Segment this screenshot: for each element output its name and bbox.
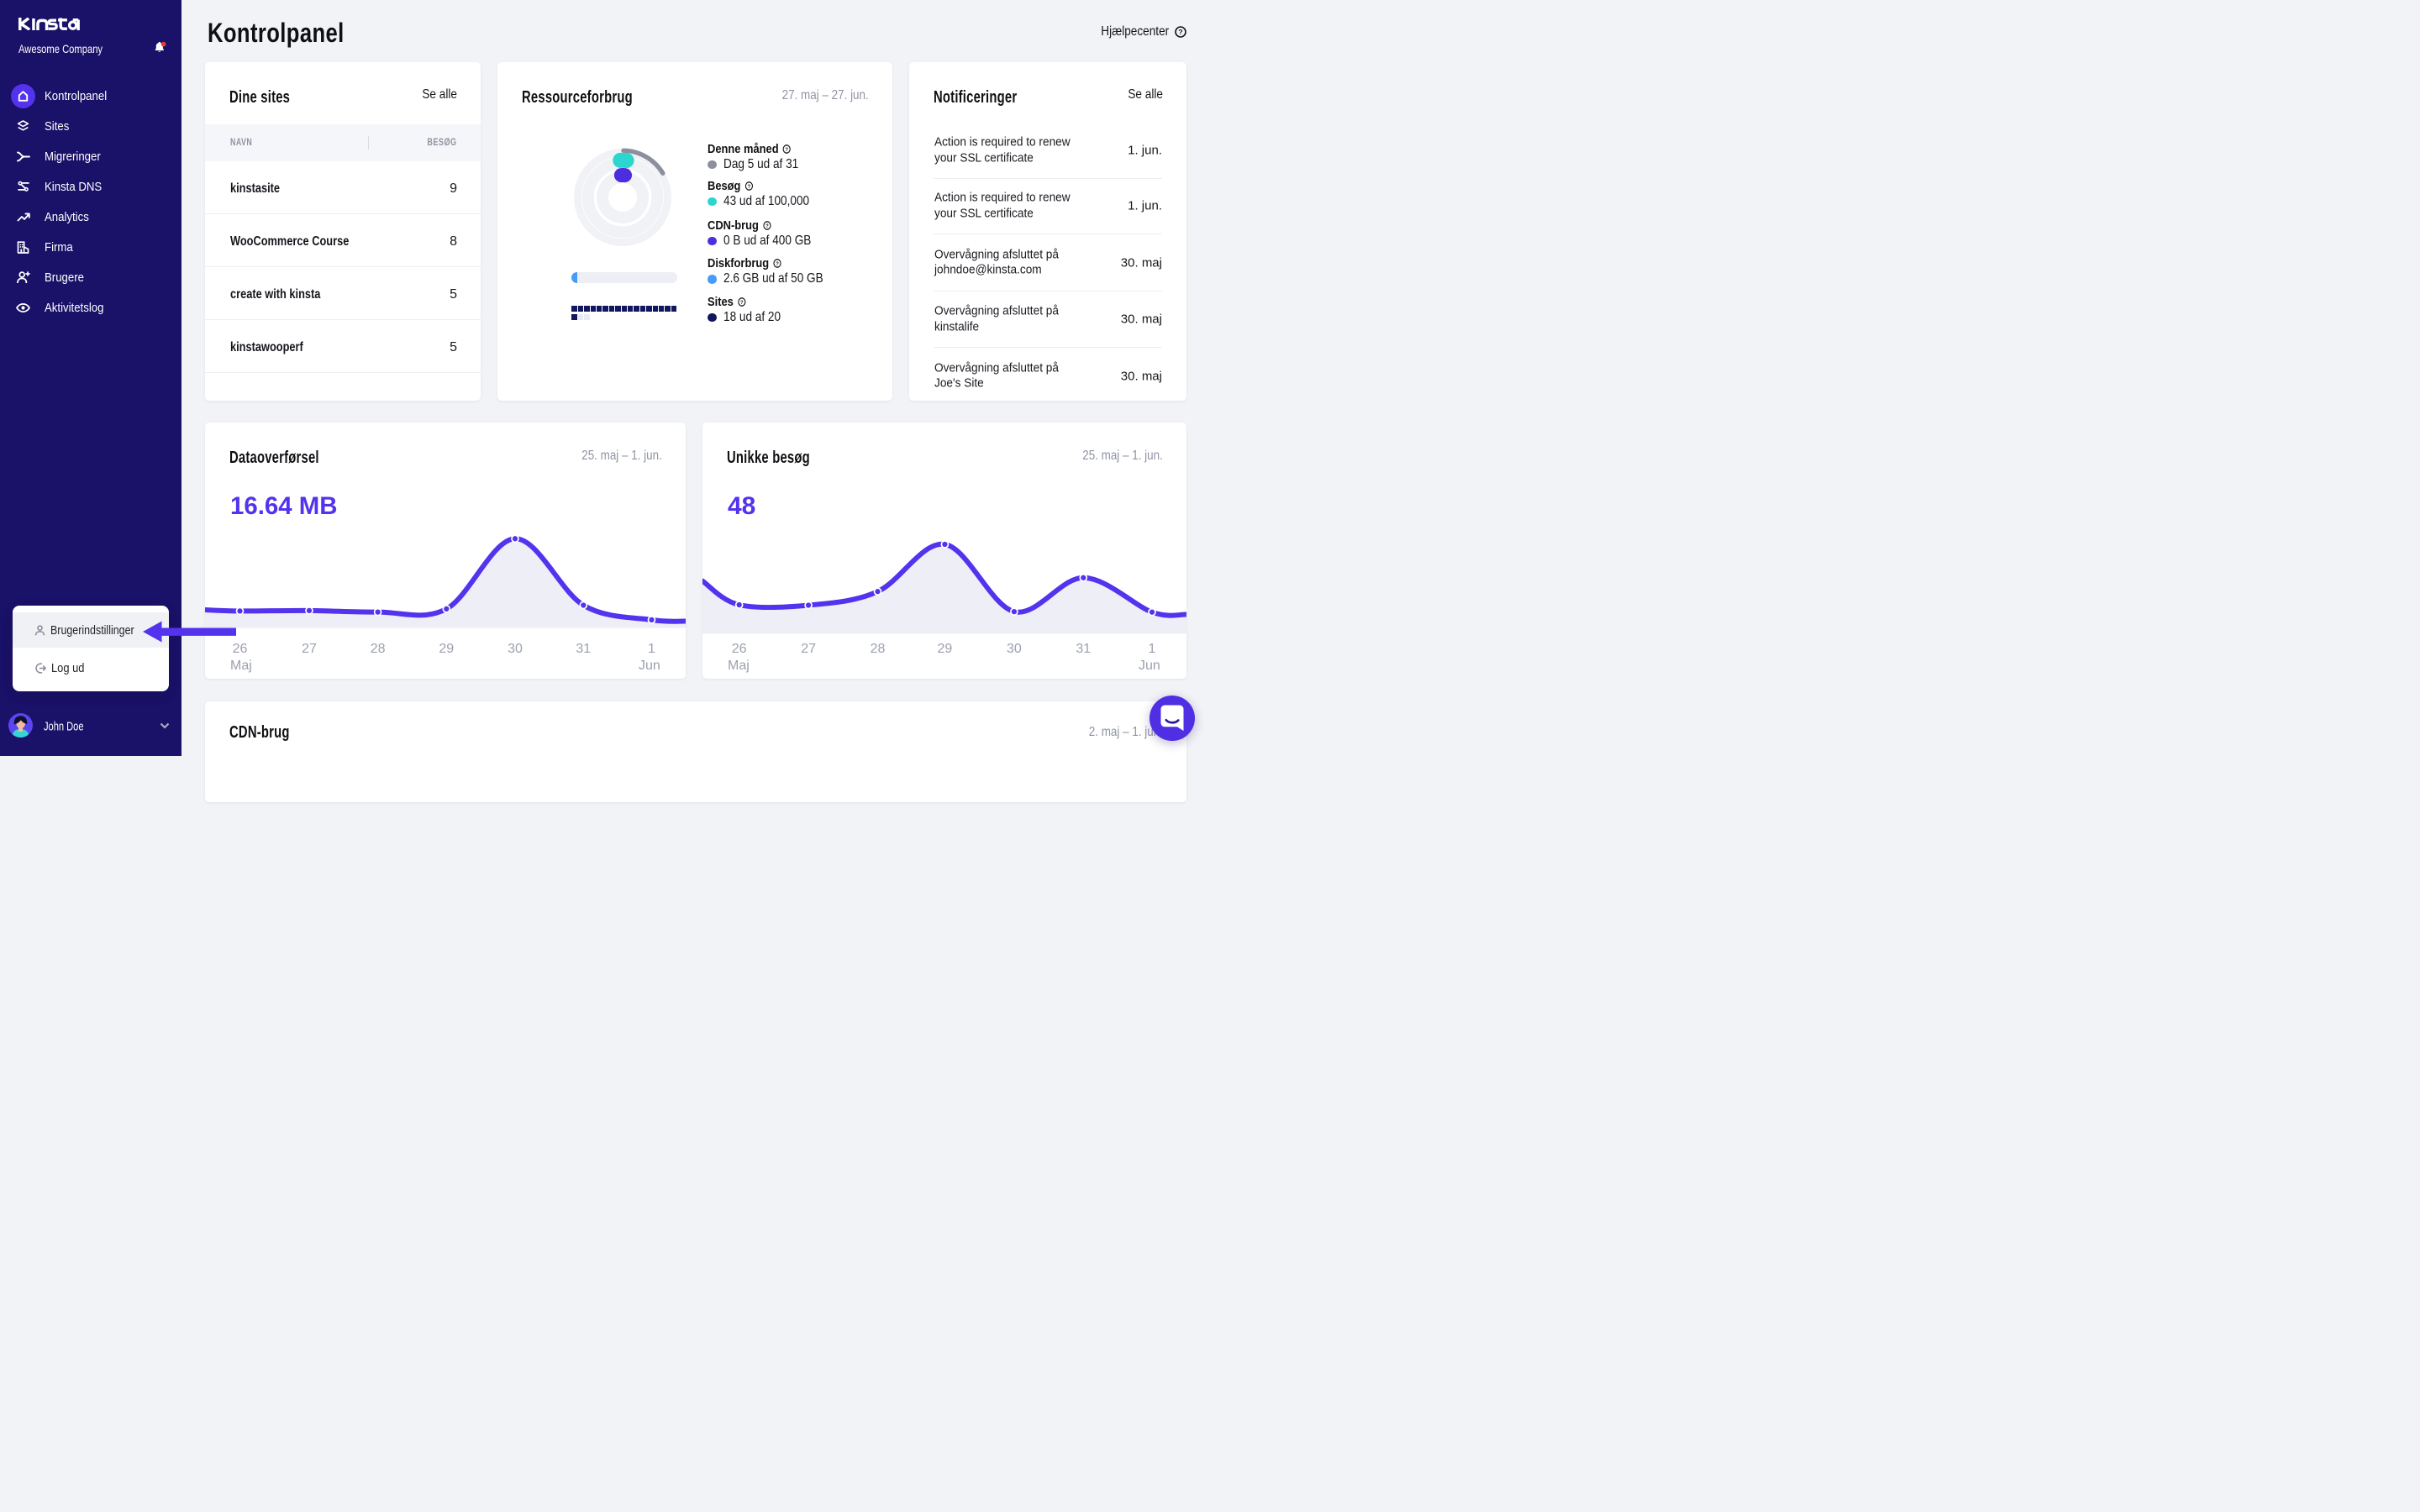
svg-text:?: ? <box>786 147 789 154</box>
svg-text:?: ? <box>740 299 744 306</box>
svg-text:?: ? <box>748 184 751 191</box>
svg-text:?: ? <box>1178 28 1182 36</box>
svg-text:?: ? <box>765 223 769 229</box>
svg-text:?: ? <box>776 261 779 268</box>
